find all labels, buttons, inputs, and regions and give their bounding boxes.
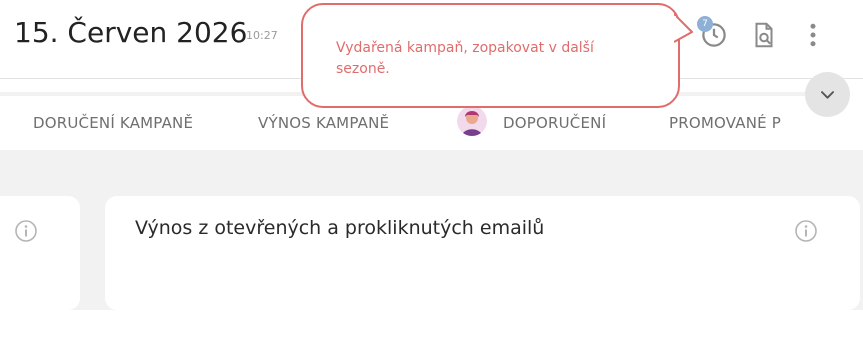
expand-tabs-button[interactable] xyxy=(805,72,850,117)
card-title: Výnos z otevřených a prokliknutých email… xyxy=(135,217,545,239)
tab-promoted-products[interactable]: PROMOVANÉ P xyxy=(669,114,781,132)
info-icon[interactable] xyxy=(14,219,38,243)
file-search-icon[interactable] xyxy=(749,20,779,50)
page-bottom xyxy=(0,310,863,347)
info-icon[interactable] xyxy=(794,219,818,243)
page-title-date: 15. Červen 2026 xyxy=(14,16,248,49)
campaign-note-tooltip: Vydařená kampaň, zopakovat v další sezon… xyxy=(301,3,680,108)
tab-recommendations[interactable]: DOPORUČENÍ xyxy=(503,114,606,132)
chevron-down-icon xyxy=(821,91,834,99)
tab-campaign-delivery[interactable]: DORUČENÍ KAMPANĚ xyxy=(33,114,193,132)
tab-campaign-revenue[interactable]: VÝNOS KAMPANĚ xyxy=(258,114,389,132)
tooltip-pointer xyxy=(674,13,693,43)
more-menu-icon[interactable] xyxy=(798,20,828,50)
tooltip-message: Vydařená kampaň, zopakovat v další sezon… xyxy=(336,40,594,77)
previous-card xyxy=(0,196,80,310)
timestamp: 10:27 xyxy=(246,29,278,42)
revenue-card xyxy=(105,196,860,310)
avatar xyxy=(457,106,487,136)
notification-badge: 7 xyxy=(697,16,713,32)
